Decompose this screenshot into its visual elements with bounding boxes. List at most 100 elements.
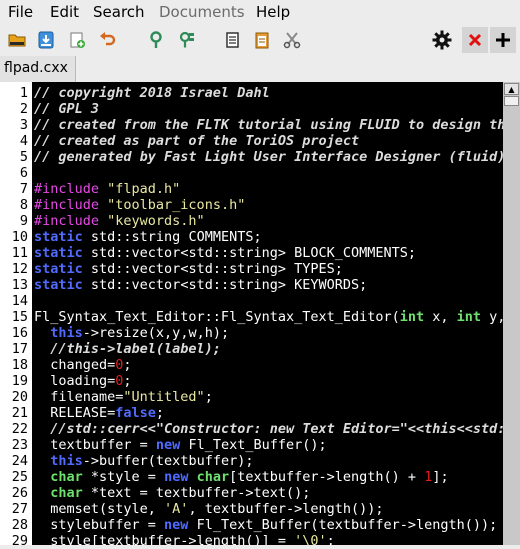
code-token: #include xyxy=(34,181,108,197)
code-token: y, xyxy=(481,309,503,325)
menu-bar: File Edit Search Documents Help xyxy=(0,0,520,24)
code-line: static std::vector<std::string> BLOCK_CO… xyxy=(34,245,416,261)
code-token: RELEASE= xyxy=(34,405,116,421)
scrollbar-thumb[interactable] xyxy=(504,96,519,106)
code-token: new xyxy=(164,469,189,485)
code-token: textbuffer = xyxy=(34,437,156,453)
code-line: RELEASE=false; xyxy=(34,405,164,421)
code-line: #include "keywords.h" xyxy=(34,213,205,229)
save-icon[interactable] xyxy=(33,27,59,53)
line-number: 21 xyxy=(11,405,28,421)
code-token: char xyxy=(196,469,230,485)
code-token: x, xyxy=(424,309,457,325)
line-number: 28 xyxy=(11,517,28,533)
code-token: ; xyxy=(123,373,132,389)
line-number: 10 xyxy=(11,229,28,245)
line-number: 25 xyxy=(11,469,28,485)
replace-icon[interactable] xyxy=(173,27,199,53)
code-line: #include "flpad.h" xyxy=(34,181,180,197)
line-number: 15 xyxy=(11,309,28,325)
menu-edit[interactable]: Edit xyxy=(50,3,79,21)
line-number: 17 xyxy=(11,341,28,357)
code-line: style[textbuffer->length()] = '\0'; xyxy=(34,533,335,545)
code-token: int xyxy=(399,309,425,325)
tab-strip: flpad.cxx xyxy=(0,56,520,82)
code-line: loading=0; xyxy=(34,373,132,389)
line-number: 23 xyxy=(11,437,28,453)
line-number: 5 xyxy=(19,149,28,165)
paste-icon[interactable] xyxy=(249,27,275,53)
menu-search[interactable]: Search xyxy=(93,3,145,21)
code-token: *text = textbuffer->text(); xyxy=(82,485,311,501)
scroll-up-arrow-icon[interactable]: ▲ xyxy=(504,83,519,95)
code-line: textbuffer = new Fl_Text_Buffer(); xyxy=(34,437,327,453)
code-token: char xyxy=(50,469,83,485)
code-token: changed= xyxy=(34,357,116,373)
cut-icon[interactable] xyxy=(279,27,305,53)
menu-file[interactable]: File xyxy=(8,3,33,21)
code-token: "flpad.h" xyxy=(107,181,181,197)
code-token: //std::cerr<<"Constructor: new Text Edit… xyxy=(34,421,503,437)
code-line: char *style = new char[textbuffer->lengt… xyxy=(34,469,448,485)
menu-help[interactable]: Help xyxy=(256,3,290,21)
line-number: 7 xyxy=(19,181,28,197)
code-token: this xyxy=(50,453,83,469)
new-file-icon[interactable] xyxy=(64,27,90,53)
code-line: // GPL 3 xyxy=(34,101,99,117)
vertical-scrollbar[interactable]: ▲ xyxy=(503,82,520,545)
menu-documents[interactable]: Documents xyxy=(159,3,245,21)
code-token: "keywords.h" xyxy=(107,213,205,229)
open-folder-icon[interactable] xyxy=(4,27,30,53)
code-line: memset(style, 'A', textbuffer->length())… xyxy=(34,501,383,517)
code-line: static std::vector<std::string> KEYWORDS… xyxy=(34,277,367,293)
line-number: 11 xyxy=(11,245,28,261)
code-token: style[textbuffer->length()] = xyxy=(34,533,295,545)
close-icon[interactable] xyxy=(462,27,488,53)
code-token: Fl_Syntax_Text_Editor::Fl_Syntax_Text_Ed… xyxy=(34,309,400,325)
code-token: '\0' xyxy=(294,533,327,545)
code-token: static xyxy=(34,245,83,261)
gear-icon[interactable] xyxy=(429,27,455,53)
code-token: std::vector<std::string> TYPES; xyxy=(82,261,343,277)
code-token: // created as part of the ToriOS project xyxy=(34,133,360,149)
code-token: std::string COMMENTS; xyxy=(82,229,262,245)
code-line: char *text = textbuffer->text(); xyxy=(34,485,310,501)
code-editor[interactable]: 1 2 3 4 5 6 7 8 9 10 11 12 13 14 15 16 17 18 19 20 21 22 23 24 2… xyxy=(0,82,520,549)
line-number: 8 xyxy=(19,197,28,213)
line-number: 22 xyxy=(11,421,28,437)
code-token: false xyxy=(115,405,156,421)
code-token: // GPL 3 xyxy=(34,101,100,117)
copy-icon[interactable] xyxy=(219,27,245,53)
undo-icon[interactable] xyxy=(94,27,120,53)
line-number: 6 xyxy=(19,165,28,181)
code-token: filename= xyxy=(34,389,124,405)
code-token: // copyright 2018 Israel Dahl xyxy=(34,85,270,101)
line-number: 26 xyxy=(11,485,28,501)
code-token: //this->label(label); xyxy=(34,341,221,357)
add-icon[interactable] xyxy=(490,27,516,53)
code-token: [textbuffer->length() + xyxy=(229,469,425,485)
line-number: 3 xyxy=(19,117,28,133)
line-number: 2 xyxy=(19,101,28,117)
code-token: "Untitled" xyxy=(123,389,205,405)
code-line: stylebuffer = new Fl_Text_Buffer(textbuf… xyxy=(34,517,497,533)
code-line: static std::string COMMENTS; xyxy=(34,229,262,245)
line-number: 4 xyxy=(19,133,28,149)
code-token: this xyxy=(50,325,83,341)
code-token: int xyxy=(456,309,482,325)
code-token: ->resize(x,y,w,h); xyxy=(82,325,230,341)
tab-flpad-cxx[interactable]: flpad.cxx xyxy=(0,56,76,82)
code-line: #include "toolbar_icons.h" xyxy=(34,197,245,213)
code-line: //std::cerr<<"Constructor: new Text Edit… xyxy=(34,421,503,437)
code-line: filename="Untitled"; xyxy=(34,389,213,405)
find-icon[interactable] xyxy=(143,27,169,53)
code-token: *style = xyxy=(82,469,165,485)
code-line: changed=0; xyxy=(34,357,131,373)
code-text-area[interactable]: // copyright 2018 Israel Dahl// GPL 3 // … xyxy=(34,82,503,545)
code-token: Fl_Text_Buffer(textbuffer->length()); xyxy=(188,517,498,533)
code-line: // created as part of the ToriOS project xyxy=(34,133,359,149)
line-number: 27 xyxy=(11,501,28,517)
line-number: 12 xyxy=(11,261,28,277)
code-token: Fl_Text_Buffer(); xyxy=(180,437,327,453)
